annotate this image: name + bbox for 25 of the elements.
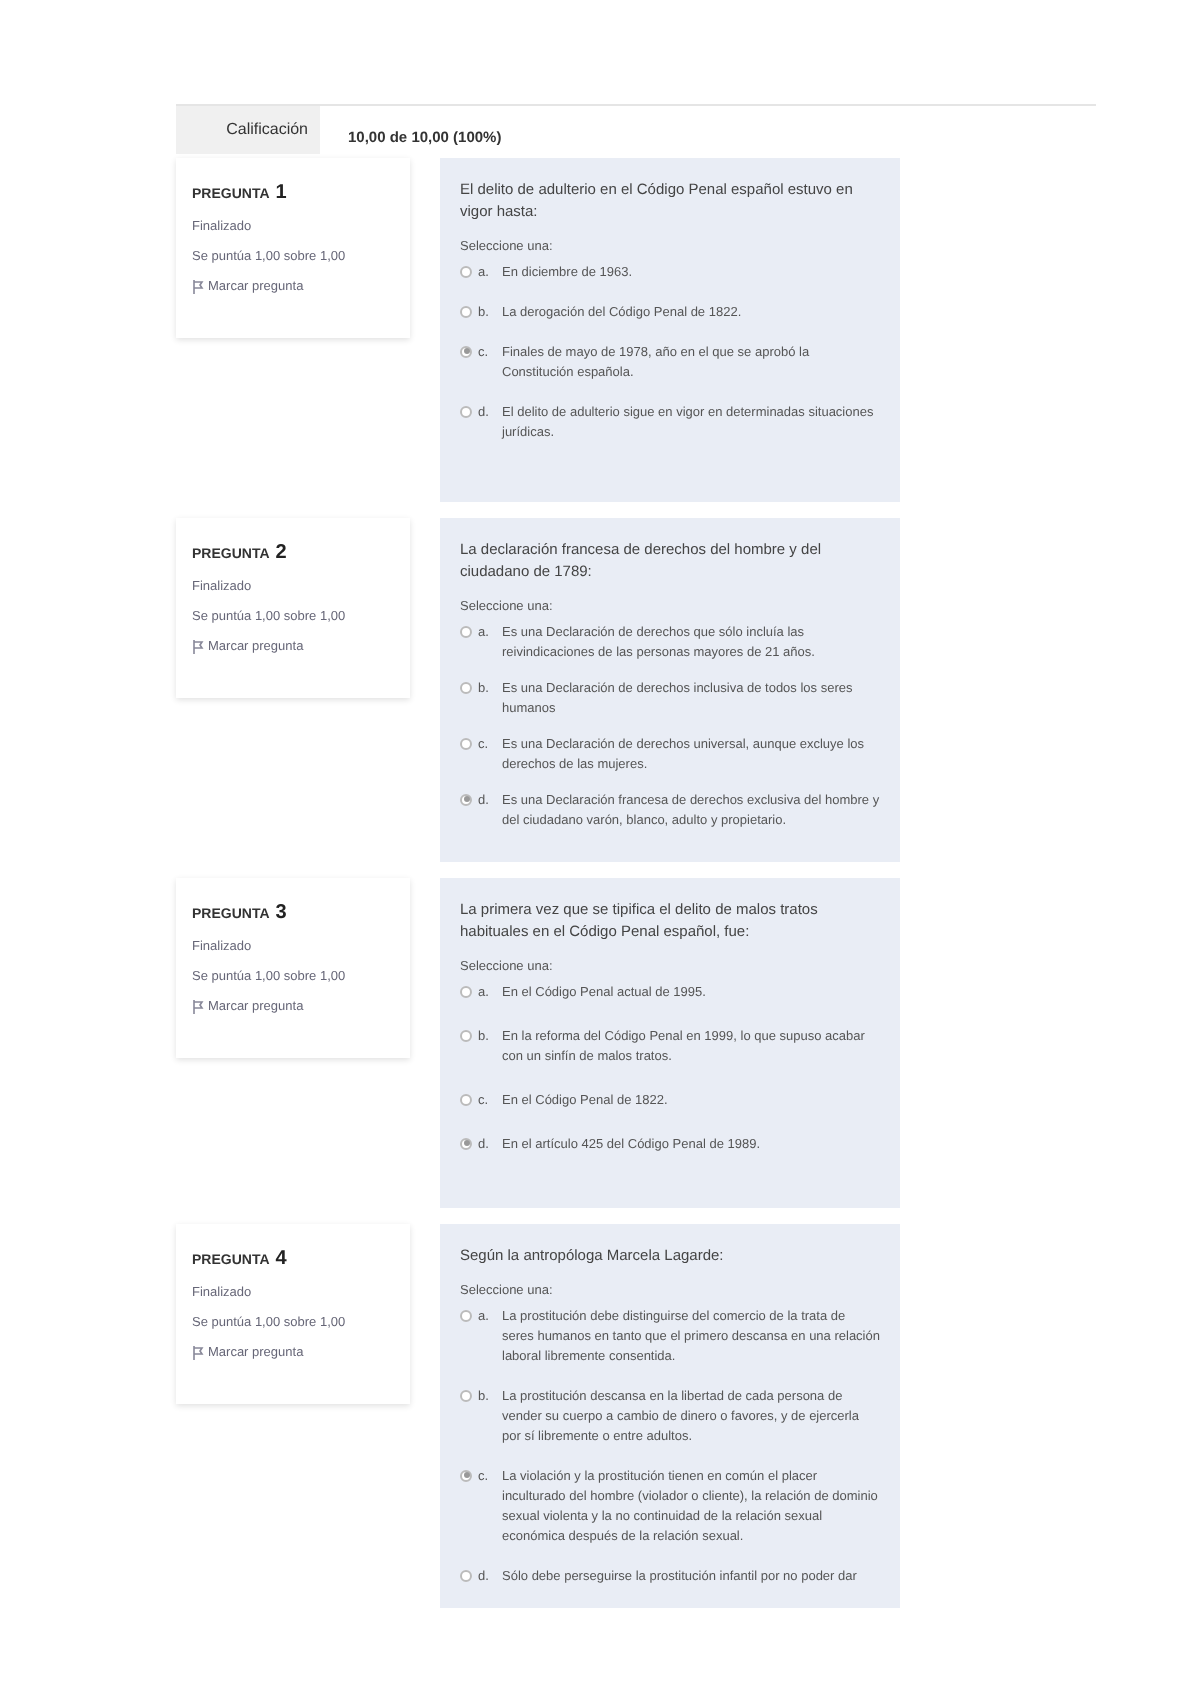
- radio-button[interactable]: [460, 305, 472, 318]
- radio-button[interactable]: [460, 1137, 472, 1150]
- radio-button[interactable]: [460, 1389, 472, 1402]
- radio-button[interactable]: [460, 345, 472, 358]
- radio-button[interactable]: [460, 265, 472, 278]
- radio-button[interactable]: [460, 793, 472, 806]
- radio-button[interactable]: [460, 625, 472, 638]
- flag-icon[interactable]: [192, 279, 204, 294]
- flag-icon[interactable]: [192, 999, 204, 1014]
- radio-button[interactable]: [460, 985, 472, 998]
- radio-button[interactable]: [460, 1469, 472, 1482]
- question-number: 2: [275, 540, 287, 568]
- radio-button[interactable]: [460, 1569, 472, 1582]
- question-number: 1: [275, 180, 287, 208]
- radio-button[interactable]: [460, 681, 472, 694]
- radio-button[interactable]: [460, 1029, 472, 1042]
- flag-icon[interactable]: [192, 1345, 204, 1360]
- radio-button[interactable]: [460, 1309, 472, 1322]
- radio-button[interactable]: [460, 737, 472, 750]
- radio-button[interactable]: [460, 405, 472, 418]
- question-number: 3: [275, 900, 287, 928]
- flag-icon[interactable]: [192, 639, 204, 654]
- radio-button[interactable]: [460, 1093, 472, 1106]
- grade-label: Calificación: [176, 106, 320, 154]
- question-number: 4: [275, 1246, 287, 1274]
